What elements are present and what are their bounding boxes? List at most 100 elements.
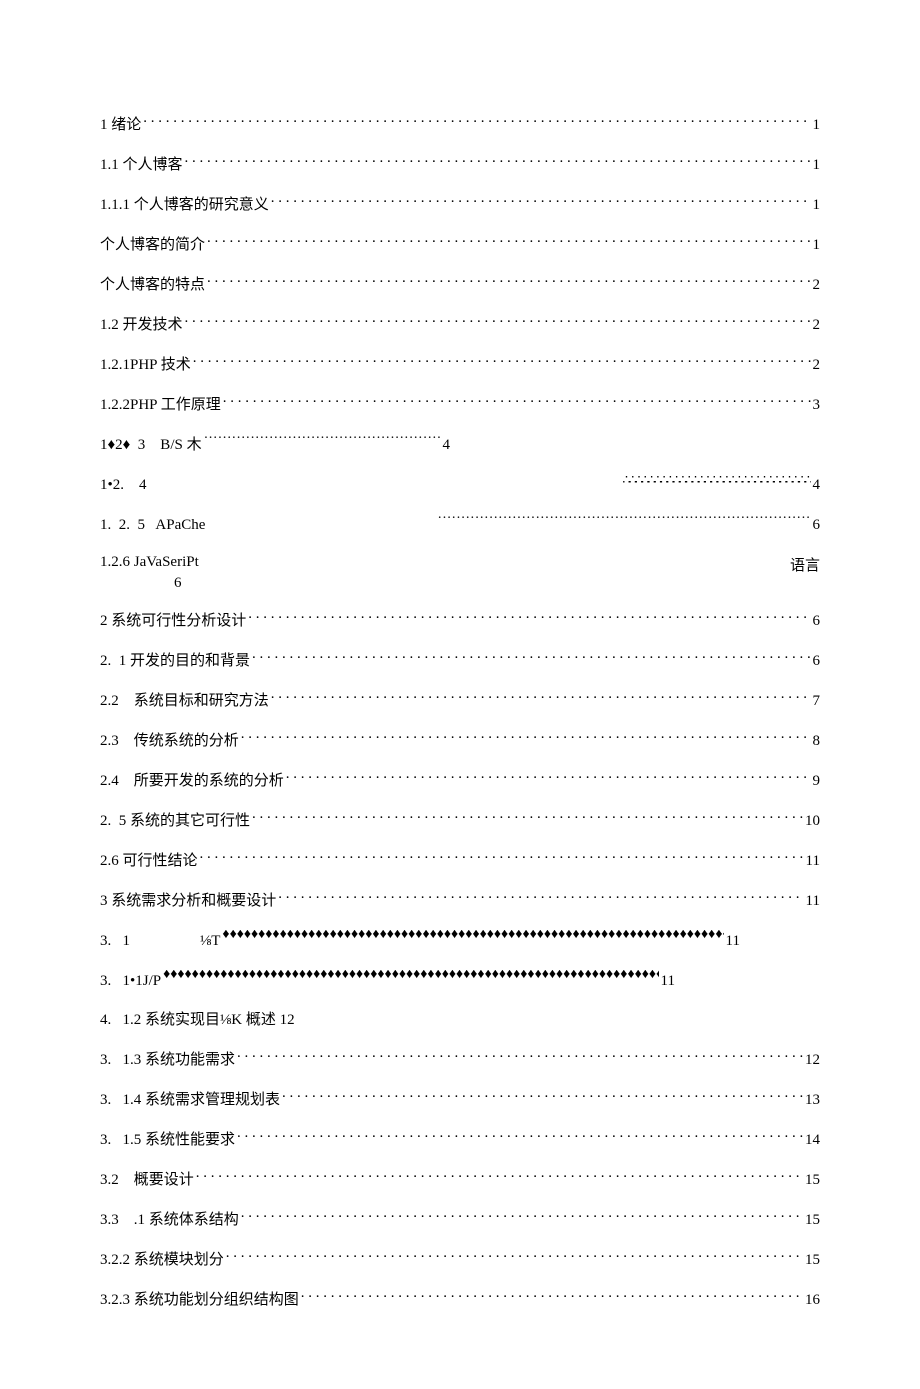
toc-page-number: 11: [661, 971, 675, 992]
toc-entry: 1♦2♦ 3 B/S 木 4: [100, 434, 450, 456]
toc-leader: [278, 890, 803, 905]
toc-label: 3. 1•1J/P: [100, 971, 161, 992]
toc-leader: [207, 274, 810, 289]
toc-entry: 3. 1•1J/P 11: [100, 970, 675, 992]
toc-page-number: 1: [813, 235, 821, 256]
toc-page-number: 11: [806, 891, 820, 912]
toc-leader: [237, 1129, 803, 1144]
toc-entry: 3 系统需求分析和概要设计 11: [100, 890, 820, 912]
toc-leader: [196, 1169, 803, 1184]
toc-entry: 个人博客的简介1: [100, 234, 820, 256]
toc-entry: 1.1.1 个人博客的研究意义 1: [100, 194, 820, 216]
toc-entry: 1 绪论 1: [100, 114, 820, 136]
toc-leader: [271, 194, 811, 209]
toc-leader: [193, 354, 811, 369]
toc-page-number: 2: [813, 355, 821, 376]
toc-page-number: 15: [805, 1170, 820, 1191]
toc-leader: [271, 690, 811, 705]
table-of-contents: 1 绪论11.1 个人博客11.1.1 个人博客的研究意义1个人博客的简介1个人…: [100, 114, 820, 1311]
toc-label: 1.1 个人博客: [100, 155, 183, 176]
toc-label: 2. 1 开发的目的和背景: [100, 651, 250, 672]
toc-entry: 2. 5 系统的其它可行性 10: [100, 810, 820, 832]
toc-page-number: 4: [813, 475, 821, 496]
toc-leader: [207, 234, 810, 249]
toc-label: 3 系统需求分析和概要设计: [100, 891, 276, 912]
toc-label: 3.2.2 系统模块划分: [100, 1250, 224, 1271]
toc-label: 1 绪论: [100, 115, 141, 136]
toc-leader: [223, 394, 811, 409]
toc-label: 2.4 所要开发的系统的分析: [100, 771, 284, 792]
toc-page-number: 3: [813, 395, 821, 416]
toc-leader: [226, 1249, 803, 1264]
toc-label: 个人博客的特点: [100, 275, 205, 296]
toc-page-number: 15: [805, 1210, 820, 1231]
toc-page-number: 2: [813, 275, 821, 296]
toc-right-text: 语言: [790, 554, 820, 575]
toc-leader: [282, 1089, 803, 1104]
toc-label: 1.1.1 个人博客的研究意义: [100, 195, 269, 216]
toc-label: 3.3 .1 系统体系结构: [100, 1210, 239, 1231]
toc-page-number: 11: [726, 931, 740, 952]
toc-label: 2.6 可行性结论: [100, 851, 198, 872]
toc-entry: 3. 1⅛T 11: [100, 930, 740, 952]
toc-page-number: 1: [813, 195, 821, 216]
toc-mid-text: ⅛T: [200, 931, 220, 952]
toc-label: 1♦2♦ 3 B/S 木: [100, 435, 202, 456]
toc-entry: 2.2 系统目标和研究方法7: [100, 690, 820, 712]
toc-label: 3. 1.3 系统功能需求: [100, 1050, 235, 1071]
toc-page-number: 9: [813, 771, 821, 792]
toc-page-number: 2: [813, 315, 821, 336]
toc-label: 1.2 开发技术: [100, 315, 183, 336]
toc-label: 1. 2. 5 APaChe: [100, 515, 205, 536]
toc-leader: [252, 650, 810, 665]
toc-leader: [241, 730, 811, 745]
toc-leader: [163, 970, 658, 985]
toc-entry: 1.2.2PHP 工作原理3: [100, 394, 820, 416]
toc-leader: [204, 434, 441, 449]
toc-entry: 4. 1.2 系统实现目⅛K 概述 12: [100, 1010, 820, 1031]
toc-leader: [248, 610, 810, 625]
toc-page-number: 14: [805, 1130, 820, 1151]
toc-entry: 1.2.6 JaVaSeriPt语言6: [100, 554, 820, 592]
toc-page-number: 11: [806, 851, 820, 872]
toc-leader: [241, 1209, 803, 1224]
toc-page-number: 12: [805, 1050, 820, 1071]
toc-page-number: 10: [805, 811, 820, 832]
toc-entry: 3. 1.4 系统需求管理规划表 13: [100, 1089, 820, 1111]
toc-page-number: 13: [805, 1090, 820, 1111]
toc-label: 1•2. 4: [100, 475, 147, 496]
toc-entry: 3. 1.3 系统功能需求 12: [100, 1049, 820, 1071]
toc-entry: 3. 1.5 系统性能要求14: [100, 1129, 820, 1151]
toc-leader: [143, 114, 810, 129]
toc-page-number: 4: [443, 435, 451, 456]
toc-leader: [207, 514, 810, 529]
toc-entry: 2.3 传统系统的分析8: [100, 730, 820, 752]
toc-label: 2. 5 系统的其它可行性: [100, 811, 250, 832]
toc-label: 3. 1.4 系统需求管理规划表: [100, 1090, 280, 1111]
toc-label: 2.2 系统目标和研究方法: [100, 691, 269, 712]
toc-leader: [252, 810, 803, 825]
toc-page-number: 1: [813, 155, 821, 176]
toc-leader: [237, 1049, 803, 1064]
toc-entry: 3.3 .1 系统体系结构 15: [100, 1209, 820, 1231]
toc-entry: 2 系统可行性分析设计 6: [100, 610, 820, 632]
toc-entry: 1.1 个人博客 1: [100, 154, 820, 176]
toc-label: 3. 1: [100, 931, 200, 952]
toc-label: 2 系统可行性分析设计: [100, 611, 246, 632]
toc-label: 1.2.1PHP 技术: [100, 355, 191, 376]
toc-leader: [222, 930, 723, 945]
toc-label: 3.2 概要设计: [100, 1170, 194, 1191]
toc-entry: 1.2.1PHP 技术 2: [100, 354, 820, 376]
toc-page-number: 15: [805, 1250, 820, 1271]
toc-page-number: 6: [174, 575, 820, 592]
toc-entry: 3.2 概要设计 15: [100, 1169, 820, 1191]
toc-leader: [286, 770, 811, 785]
toc-entry: 2. 1 开发的目的和背景6: [100, 650, 820, 672]
toc-entry: 2.6 可行性结论 11: [100, 850, 820, 872]
toc-leader: [200, 850, 804, 865]
toc-label: 2.3 传统系统的分析: [100, 731, 239, 752]
toc-entry: 2.4 所要开发的系统的分析 9: [100, 770, 820, 792]
toc-leader: [185, 154, 811, 169]
toc-page-number: 1: [813, 115, 821, 136]
toc-page-number: 6: [813, 611, 821, 632]
